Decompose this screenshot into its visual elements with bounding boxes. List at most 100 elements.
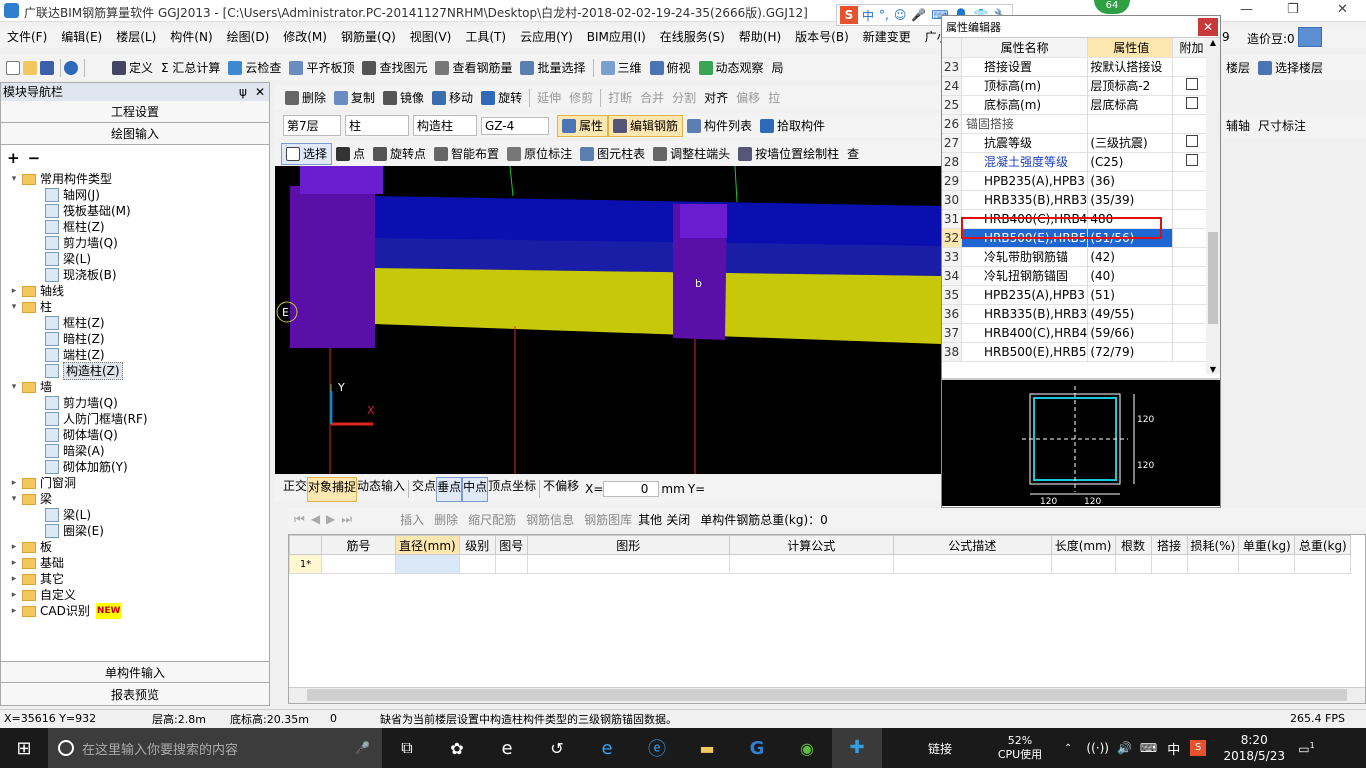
tree-item[interactable]: 现浇板(B): [1, 267, 269, 283]
expand-toggle-icon[interactable]: ▸: [9, 555, 19, 571]
expand-toggle-icon[interactable]: ▸: [9, 587, 19, 603]
insert-row-button[interactable]: 插入: [400, 511, 424, 528]
tree-item[interactable]: 框柱(Z): [1, 315, 269, 331]
pin-icon[interactable]: ψ: [239, 83, 247, 101]
menu-component[interactable]: 构件(N): [163, 26, 219, 48]
prop-row[interactable]: 29 HPB235(A),HPB3 (36): [942, 171, 1210, 191]
menu-online[interactable]: 在线服务(S): [653, 26, 732, 48]
minimize-button[interactable]: —: [1240, 2, 1253, 17]
prop-add-checkbox[interactable]: [1185, 135, 1198, 147]
expand-toggle-icon[interactable]: ▸: [9, 283, 19, 299]
rebar-library-button[interactable]: 钢筋图库: [584, 511, 632, 528]
tree-item[interactable]: 轴网(J): [1, 187, 269, 203]
new-file-icon[interactable]: [6, 60, 20, 75]
table-row[interactable]: 1*: [289, 554, 1352, 574]
delete-row-button[interactable]: 删除: [434, 511, 458, 528]
move-button[interactable]: 移动: [428, 87, 477, 109]
tree-item[interactable]: 端柱(Z): [1, 347, 269, 363]
name-select[interactable]: GZ-4: [481, 116, 549, 135]
tab-project-settings[interactable]: 工程设置: [1, 101, 269, 123]
summary-calc-button[interactable]: Σ 汇总计算: [157, 57, 224, 79]
app-icon-3[interactable]: ↺: [532, 739, 582, 758]
prop-value[interactable]: (42): [1087, 247, 1174, 267]
menu-file[interactable]: 文件(F): [0, 26, 54, 48]
expand-toggle-icon[interactable]: ▸: [9, 539, 19, 555]
scale-rebar-button[interactable]: 缩尺配筋: [468, 511, 516, 528]
mic-taskbar-icon[interactable]: 🎤: [355, 741, 370, 755]
next-record-icon[interactable]: ▶: [326, 512, 335, 526]
app-icon-1[interactable]: ✿: [432, 739, 482, 758]
prop-value[interactable]: (40): [1087, 266, 1174, 286]
menu-rebar-qty[interactable]: 钢筋量(Q): [334, 26, 403, 48]
adjust-column-end-button[interactable]: 调整柱端头: [649, 143, 734, 165]
sogou-tray-icon[interactable]: S: [1190, 740, 1207, 756]
vertex-snap[interactable]: 顶点: [488, 476, 513, 502]
tree-item[interactable]: ▾ 墙: [1, 379, 269, 395]
tree-item[interactable]: 梁(L): [1, 507, 269, 523]
prop-row[interactable]: 25 底标高(m) 层底标高: [942, 95, 1210, 115]
tree-item[interactable]: 砌体加筋(Y): [1, 459, 269, 475]
sogou-logo-icon[interactable]: S: [840, 6, 858, 24]
coordinate-snap[interactable]: 坐标: [512, 476, 537, 502]
last-record-icon[interactable]: ⏭: [341, 512, 352, 527]
smart-layout-button[interactable]: 智能布置: [430, 143, 503, 165]
stretch-button[interactable]: 拉: [764, 87, 784, 109]
tree-item[interactable]: ▸ 基础: [1, 555, 269, 571]
property-button[interactable]: 属性: [557, 114, 609, 137]
inplace-annot-button[interactable]: 原位标注: [503, 143, 576, 165]
clock[interactable]: 8:20 2018/5/23: [1214, 732, 1294, 764]
prop-row[interactable]: 34 冷轧扭钢筋锚固 (40): [942, 266, 1210, 286]
emoji-icon[interactable]: ☺: [894, 8, 907, 22]
expand-toggle-icon[interactable]: ▾: [9, 171, 19, 187]
prop-scroll-down[interactable]: ▼: [1206, 365, 1220, 374]
prop-row[interactable]: 38 HRB500(E),HRB5 (72/79): [942, 342, 1210, 362]
tab-drawing-input[interactable]: 绘图输入: [1, 123, 269, 145]
explorer-icon[interactable]: ▬: [682, 739, 732, 758]
offset-button[interactable]: 偏移: [732, 87, 764, 109]
prop-row[interactable]: 26 锚固搭接: [942, 114, 1210, 134]
tree-item[interactable]: ▾ 柱: [1, 299, 269, 315]
prop-value[interactable]: (51): [1087, 285, 1174, 305]
tab-report-preview[interactable]: 报表预览: [1, 684, 269, 706]
drawing-canvas[interactable]: b E Y X: [275, 166, 941, 474]
tree-item[interactable]: ▸ CAD识别 NEW: [1, 603, 269, 619]
view-rebar-button[interactable]: 查看钢筋量: [431, 57, 516, 79]
pick-component-button[interactable]: 拾取构件: [756, 115, 829, 137]
batch-select-button[interactable]: 批量选择: [516, 57, 589, 79]
menu-bim[interactable]: BIM应用(I): [580, 26, 653, 48]
prop-row[interactable]: 24 顶标高(m) 层顶标高-2: [942, 76, 1210, 96]
tree-item[interactable]: 筏板基础(M): [1, 203, 269, 219]
menu-help[interactable]: 帮助(H): [732, 26, 788, 48]
align-button[interactable]: 对齐: [700, 87, 732, 109]
prop-row[interactable]: 31 HRB400(C),HRB4 480: [942, 209, 1210, 229]
undo-icon[interactable]: [64, 60, 78, 75]
draw-by-wall-button[interactable]: 按墙位置绘制柱: [734, 143, 843, 165]
ime-tray[interactable]: 中: [1167, 739, 1180, 758]
extend-button[interactable]: 延伸: [533, 87, 565, 109]
expand-toggle-icon[interactable]: ▾: [9, 299, 19, 315]
volume-icon[interactable]: 🔊: [1117, 741, 1132, 755]
prop-value[interactable]: (三级抗震): [1087, 133, 1174, 153]
select-button[interactable]: 选择: [281, 142, 333, 165]
prop-close-icon[interactable]: ✕: [1198, 17, 1218, 36]
point-button[interactable]: 点: [332, 143, 369, 165]
prop-value[interactable]: (72/79): [1087, 342, 1174, 362]
collapse-all-icon[interactable]: −: [28, 149, 41, 167]
menu-view[interactable]: 视图(V): [403, 26, 459, 48]
expand-toggle-icon[interactable]: ▾: [9, 379, 19, 395]
prop-row[interactable]: 28 混凝土强度等级 (C25): [942, 152, 1210, 172]
prop-value[interactable]: (59/66): [1087, 323, 1174, 343]
prop-value[interactable]: (C25): [1087, 152, 1174, 172]
tree-item[interactable]: 剪力墙(Q): [1, 235, 269, 251]
save-icon[interactable]: [40, 60, 54, 75]
find-element-button[interactable]: 查找图元: [358, 57, 431, 79]
prop-value[interactable]: (35/39): [1087, 190, 1174, 210]
dimension-button[interactable]: 尺寸标注: [1254, 115, 1310, 137]
rotate-point-button[interactable]: 旋转点: [369, 143, 430, 165]
tree-item[interactable]: ▾ 常用构件类型: [1, 171, 269, 187]
tree-item[interactable]: 暗柱(Z): [1, 331, 269, 347]
copy-button[interactable]: 复制: [330, 87, 379, 109]
prop-value[interactable]: (51/56): [1087, 228, 1174, 248]
glodon-active-icon[interactable]: ✚: [832, 728, 882, 768]
expand-all-icon[interactable]: +: [7, 149, 20, 167]
